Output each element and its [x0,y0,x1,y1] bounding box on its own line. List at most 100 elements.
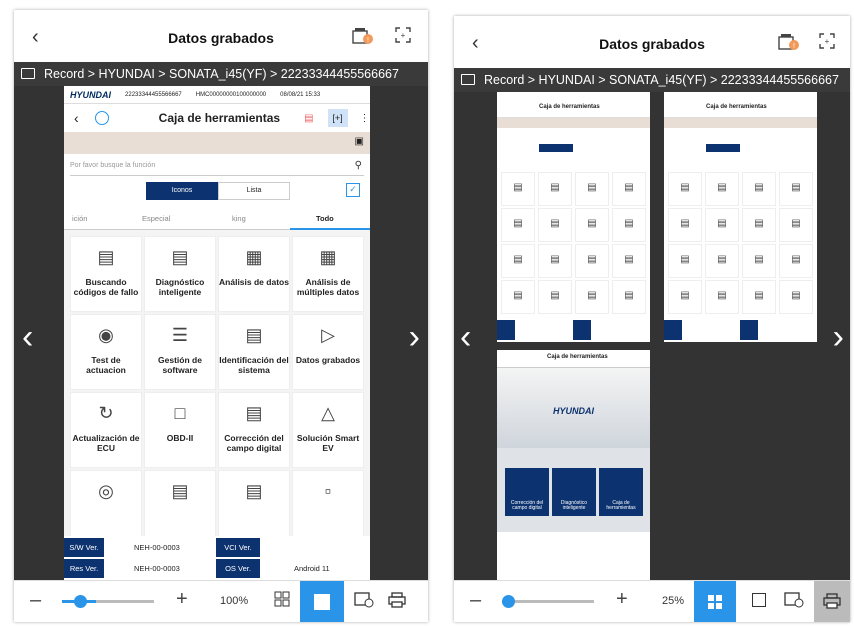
car-info-icon[interactable]: ▣ [355,136,364,147]
thumb-tile: ▤ [668,280,702,314]
thumb-tile: ▤ [538,280,572,314]
device-title: Caja de herramientas [158,111,281,125]
single-view-icon[interactable] [752,593,766,607]
tool-tile[interactable]: ▤ [218,470,290,546]
slider-handle[interactable] [74,595,87,608]
zoom-out-button[interactable]: – [470,589,481,612]
thumb-tile: ▤ [779,172,813,206]
grid-view-button[interactable] [694,581,736,622]
tool-tile[interactable]: △ Solución Smart EV [292,392,364,468]
tool-icon: ▤ [171,247,189,267]
next-arrow-icon[interactable]: › [409,318,420,357]
zoom-in-button[interactable]: + [176,588,188,611]
zoom-level: 100% [220,595,249,607]
tab-special[interactable]: Especial [142,214,170,223]
view-list-toggle[interactable]: Lista [218,182,290,200]
breadcrumb: Record > HYUNDAI > SONATA_i45(YF) > 2223… [454,68,850,92]
tool-label: OBD-II [166,433,194,443]
tool-icon: ▤ [245,403,263,423]
prev-arrow-icon[interactable]: ‹ [460,318,471,357]
tab-all[interactable]: Todo [316,214,334,223]
date-text: 08/08/21 15:33 [280,91,321,98]
tool-tile[interactable]: ▤ Diagnóstico inteligente [144,236,216,312]
prev-arrow-icon[interactable]: ‹ [22,318,33,357]
more-icon[interactable]: ⋮ [360,113,370,124]
print-icon[interactable] [388,592,406,613]
tool-tile[interactable]: □ OBD-II [144,392,216,468]
view-icons-toggle[interactable]: Iconos [146,182,218,200]
grid-view-icon[interactable] [274,591,290,612]
tab-item[interactable]: king [232,214,246,223]
thumb-tile: ▤ [575,244,609,278]
print-button[interactable] [814,581,850,622]
tool-tile[interactable]: ▦ Análisis de múltiples datos [292,236,364,312]
tool-icon: ▤ [171,481,189,501]
tool-label: Test de actuacion [86,355,126,376]
screenshot-icon[interactable]: + [818,32,836,55]
zoom-out-button[interactable]: – [30,589,41,612]
thumb-toggle [706,144,740,152]
thumb-tile: ▤ [742,172,776,206]
tool-label: Análisis de datos [219,277,289,287]
tool-tile[interactable]: ▷ Datos grabados [292,314,364,390]
thumb-tile: ▤ [575,280,609,314]
tool-tile[interactable]: ▫ [292,470,364,546]
breadcrumb-text: Record > HYUNDAI > SONATA_i45(YF) > 2223… [484,73,839,87]
tool-icon: ▫ [324,481,332,501]
thumb-titlebar: Caja de herramientas [497,350,650,368]
tool-tile[interactable]: ▤ Corrección del campo digital [218,392,290,468]
thumb-tile: ▤ [779,244,813,278]
tool-icon: ☰ [171,325,189,345]
splash-tile[interactable]: Diagnóstico inteligente [552,468,596,516]
next-arrow-icon[interactable]: › [833,318,844,357]
splash-tile[interactable]: Caja de herramientas [599,468,643,516]
slider-handle[interactable] [502,595,515,608]
tool-tile[interactable]: ▤ Identificación del sistema [218,314,290,390]
vci-label: VCI Ver. [216,538,260,557]
splash-tile-label: Caja de herramientas [606,499,636,512]
device-back-icon[interactable]: ‹ [74,110,79,126]
hmc-text: HMC00000000100000000 [195,91,267,98]
tool-tile[interactable]: ↻ Actualización de ECU [70,392,142,468]
record-info-icon[interactable]: ! [778,32,800,57]
thumbnail-splash[interactable]: Caja de herramientas HYUNDAI Corrección … [497,350,650,580]
zoom-in-button[interactable]: + [616,588,628,611]
thumb-tile: ▤ [538,208,572,242]
thumbnail-page[interactable]: Caja de herramientas ▤ ▤ ▤ ▤ ▤ ▤ ▤ ▤ ▤ ▤ ▤ ▤ ▤ ▤ ▤ ▤ [664,92,817,342]
header: ‹ Datos grabados ! + [14,10,428,62]
tool-tile[interactable]: ▤ Buscando códigos de fallo [70,236,142,312]
splash-tile-label: Diagnóstico inteligente [560,499,588,512]
thumb-titlebar: Caja de herramientas [664,92,817,118]
thumb-footer [664,318,817,342]
single-view-button[interactable] [300,581,344,622]
tool-label: Actualización de ECU [72,433,140,454]
splash-tile[interactable]: Corrección del campo digital [505,468,549,516]
tool-tile[interactable]: ◎ [70,470,142,546]
record-info-icon[interactable]: ! [352,26,374,51]
device-record-icon[interactable]: ▤ [304,113,313,124]
category-tabs: ición Especial king Todo [64,208,370,230]
thumb-tile: ▤ [575,172,609,206]
tool-tile[interactable]: ◉ Test de actuacion [70,314,142,390]
zoom-slider[interactable] [62,595,154,608]
tool-icon: ◉ [98,325,114,345]
thumbnail-page[interactable]: Caja de herramientas ▤ ▤ ▤ ▤ ▤ ▤ ▤ ▤ ▤ ▤ ▤ ▤ ▤ ▤ ▤ ▤ [497,92,650,342]
tool-tile[interactable]: ▤ [144,470,216,546]
thumb-tile: ▤ [501,280,535,314]
toolbar-strip: ▣ [64,132,370,154]
svg-text:+: + [401,31,406,40]
tab-item[interactable]: ición [72,214,87,223]
tool-tile[interactable]: ☰ Gestión de software [144,314,216,390]
tool-tile[interactable]: ▦ Análisis de datos [218,236,290,312]
device-capture-icon[interactable]: [+] [327,109,348,127]
thumb-tile: ▤ [779,280,813,314]
sw-label: S/W Ver. [64,538,104,557]
search-field[interactable]: Por favor busque la función ⚲ [70,156,364,176]
hyundai-logo: HYUNDAI [70,89,112,100]
record-info-icon[interactable] [784,592,804,613]
screenshot-icon[interactable]: + [394,26,412,49]
select-checkbox[interactable]: ✓ [346,183,360,197]
zoom-slider[interactable] [502,595,594,608]
search-placeholder: Por favor busque la función [70,162,156,169]
record-info-icon[interactable] [354,592,374,613]
